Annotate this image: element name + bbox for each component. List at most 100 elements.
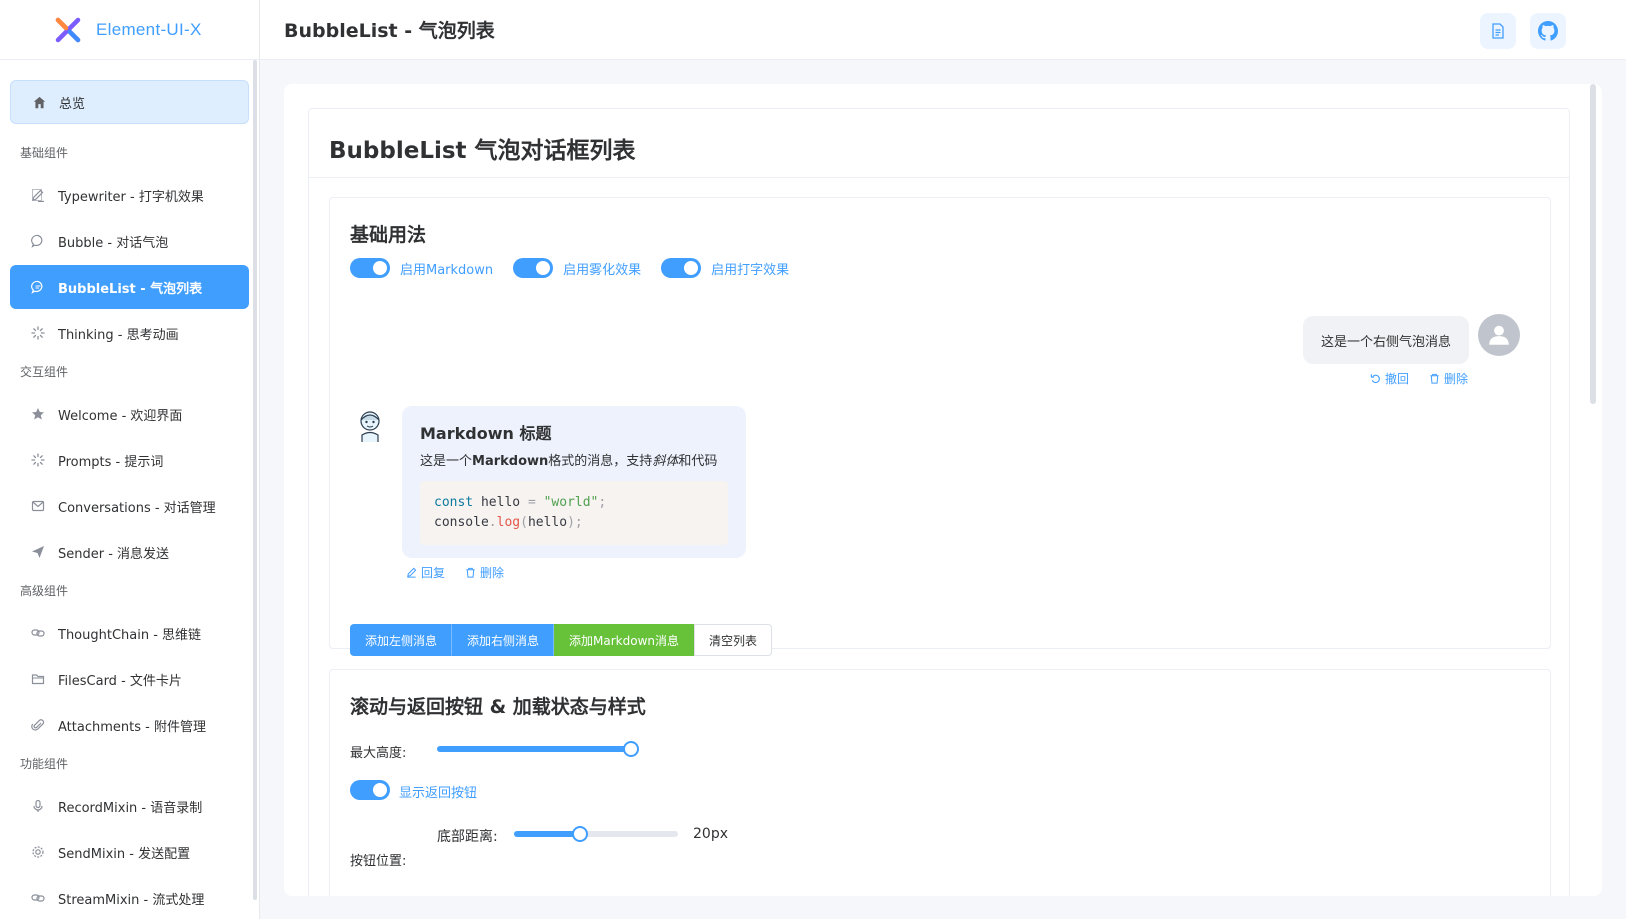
fog-switch[interactable]	[513, 258, 554, 278]
sidebar-item-attachments[interactable]: Attachments - 附件管理	[10, 703, 249, 747]
code-semicolon: ;	[598, 495, 607, 510]
link-icon	[30, 625, 46, 641]
sidebar-item-label: Bubble - 对话气泡	[58, 235, 169, 251]
reply-button[interactable]: 回复	[406, 564, 445, 581]
document-icon	[1492, 23, 1504, 39]
left-bubble: Markdown 标题 这是一个Markdown格式的消息，支持斜体和代码 co…	[402, 406, 746, 558]
markdown-switch[interactable]	[350, 258, 390, 278]
revoke-label: 撤回	[1384, 372, 1409, 386]
chat-dots-icon	[30, 279, 46, 295]
sidebar-item-prompts[interactable]: Prompts - 提示词	[10, 438, 249, 482]
typing-switch[interactable]	[661, 258, 702, 278]
avatar	[1478, 314, 1520, 356]
right-bubble: 这是一个右侧气泡消息	[1302, 316, 1469, 364]
sidebar-item-filescard[interactable]: FilesCard - 文件卡片	[10, 657, 249, 701]
sidebar-item-thinking[interactable]: Thinking - 思考动画	[10, 311, 249, 355]
sidebar-item-label: Welcome - 欢迎界面	[58, 408, 183, 424]
sidebar-item-label: Sender - 消息发送	[58, 546, 170, 562]
reply-label: 回复	[421, 566, 446, 580]
clear-list-button[interactable]: 清空列表	[694, 624, 773, 656]
sidebar-item-bubblelist[interactable]: BubbleList - 气泡列表	[10, 265, 249, 309]
divider	[309, 177, 1569, 178]
sidebar-item-sender[interactable]: Sender - 消息发送	[10, 530, 249, 574]
gear-icon	[30, 844, 46, 860]
logo-icon	[55, 17, 81, 42]
code-function: log	[496, 515, 521, 530]
revoke-button[interactable]: 撤回	[1370, 370, 1409, 387]
max-height-slider[interactable]	[437, 741, 639, 757]
sidebar-item-label: ThoughtChain - 思维链	[58, 627, 202, 643]
add-right-message-button[interactable]: 添加右侧消息	[452, 624, 555, 656]
add-markdown-message-button[interactable]: 添加Markdown消息	[554, 624, 695, 656]
top-header: BubbleList - 气泡列表	[260, 0, 1626, 60]
code-paren-close: );	[567, 515, 583, 530]
bottom-distance-slider[interactable]	[514, 826, 678, 842]
right-bubble-actions: 撤回 删除	[1370, 370, 1468, 387]
sidebar-group-title: 功能组件	[20, 757, 69, 771]
folder-icon	[30, 671, 46, 687]
page-title: BubbleList 气泡对话框列表	[329, 138, 636, 164]
logo[interactable]: Element-UI-X	[0, 0, 259, 60]
sidebar-item-typewriter[interactable]: Typewriter - 打字机效果	[10, 173, 249, 217]
paperclip-icon	[30, 717, 46, 733]
edit-icon	[30, 187, 46, 203]
sidebar-scrollbar[interactable]	[253, 60, 257, 900]
demo-card: BubbleList 气泡对话框列表 基础用法 启用Markdown 启用雾化效…	[308, 108, 1570, 896]
loading-icon	[30, 452, 46, 468]
sidebar-item-conversations[interactable]: Conversations - 对话管理	[10, 484, 249, 528]
delete-label: 删除	[1443, 372, 1468, 386]
code-keyword: const	[434, 495, 474, 510]
bottom-distance-value: 20px	[693, 826, 728, 842]
code-argument: hello	[527, 515, 568, 530]
paragraph-suffix: 和代码	[678, 454, 718, 469]
typing-switch-label[interactable]: 启用打字效果	[711, 259, 789, 278]
sidebar-item-label: Typewriter - 打字机效果	[58, 189, 204, 205]
microphone-icon	[30, 798, 46, 814]
docs-button[interactable]	[1480, 13, 1516, 49]
github-button[interactable]	[1530, 13, 1566, 49]
paragraph-bold: Markdown	[472, 454, 549, 469]
code-dot: .	[488, 515, 497, 530]
basic-usage-section: 基础用法 启用Markdown 启用雾化效果 启用打字效果 这是一个右侧气泡消息…	[329, 197, 1551, 656]
loading-icon	[30, 325, 46, 341]
edit-icon	[407, 567, 417, 578]
action-button-group: 添加左侧消息 添加右侧消息 添加Markdown消息 清空列表	[350, 624, 773, 656]
trash-icon	[466, 567, 475, 578]
message-icon	[30, 498, 46, 514]
sidebar-item-label: SendMixin - 发送配置	[58, 846, 191, 862]
delete-button[interactable]: 删除	[465, 564, 504, 581]
trash-icon	[1430, 373, 1439, 384]
sidebar-item-welcome[interactable]: Welcome - 欢迎界面	[10, 392, 249, 436]
slider-knob[interactable]	[571, 826, 588, 842]
page-header-title: BubbleList - 气泡列表	[284, 20, 495, 42]
paragraph-prefix: 这是一个	[420, 454, 473, 469]
main-scrollbar[interactable]	[1590, 84, 1596, 404]
sidebar-group-title: 交互组件	[20, 365, 69, 379]
section-title: 基础用法	[350, 224, 427, 246]
sidebar-item-bubble[interactable]: Bubble - 对话气泡	[10, 219, 249, 263]
sidebar-item-sendmixin[interactable]: SendMixin - 发送配置	[10, 830, 249, 874]
sidebar-item-label: Conversations - 对话管理	[58, 500, 216, 516]
slider-knob[interactable]	[623, 741, 639, 757]
delete-label: 删除	[480, 566, 505, 580]
robot-avatar-icon	[360, 411, 380, 442]
sidebar-item-streammixin[interactable]: StreamMixin - 流式处理	[10, 876, 249, 919]
sidebar-group-title: 基础组件	[20, 146, 69, 160]
sidebar-item-thoughtchain[interactable]: ThoughtChain - 思维链	[10, 611, 249, 655]
back-button-switch[interactable]	[350, 780, 390, 800]
sidebar-item-overview[interactable]: 总览	[10, 80, 249, 124]
slider-fill	[514, 831, 580, 837]
fog-switch-label[interactable]: 启用雾化效果	[563, 259, 641, 278]
sidebar-item-label: StreamMixin - 流式处理	[58, 892, 205, 908]
sidebar-item-recordmixin[interactable]: RecordMixin - 语音录制	[10, 784, 249, 828]
back-button-switch-label[interactable]: 显示返回按钮	[399, 782, 477, 801]
chat-icon	[30, 233, 46, 249]
markdown-switch-label[interactable]: 启用Markdown	[400, 259, 493, 278]
add-left-message-button[interactable]: 添加左侧消息	[350, 624, 453, 656]
delete-button[interactable]: 删除	[1429, 370, 1468, 387]
avatar	[350, 406, 390, 446]
code-paren-open: (	[520, 515, 528, 530]
sidebar-item-label: Attachments - 附件管理	[58, 719, 206, 735]
code-object: console	[434, 515, 489, 530]
code-block: const hello = "world"; console.log(hello…	[420, 481, 728, 545]
